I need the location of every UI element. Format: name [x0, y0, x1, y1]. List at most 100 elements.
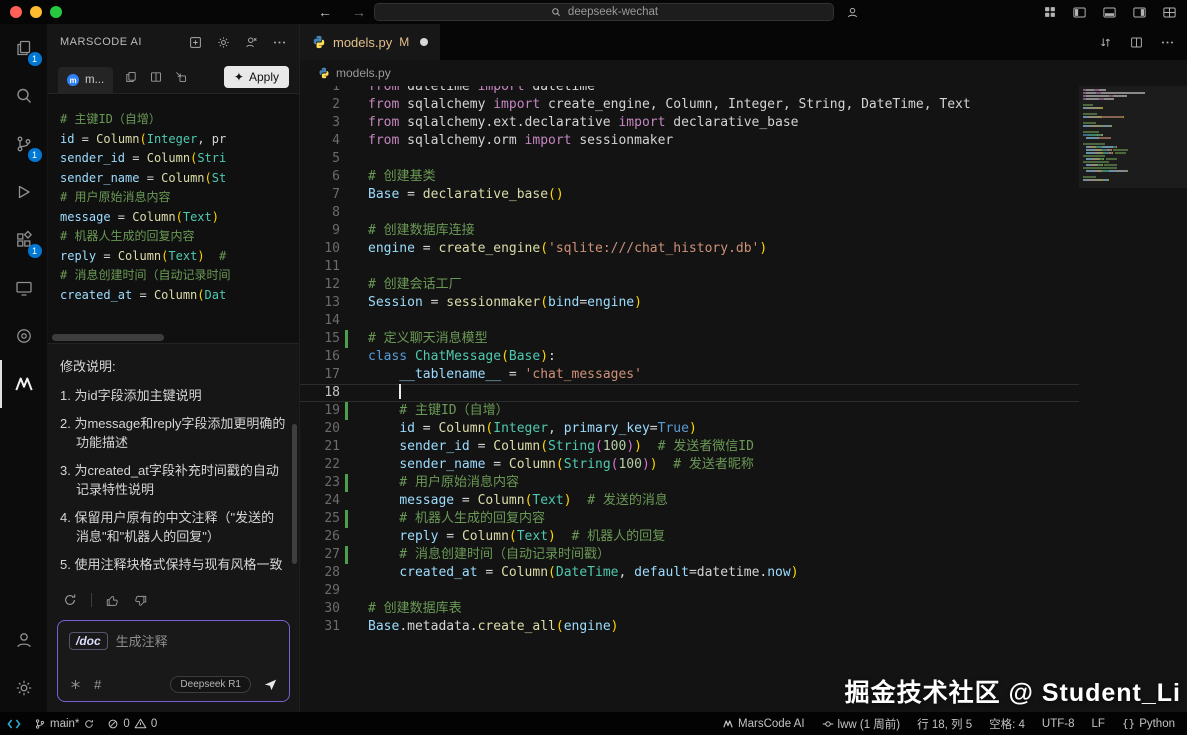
code-line[interactable]: 2from sqlalchemy import create_engine, C… [300, 96, 1187, 114]
code-preview[interactable]: # 主键ID（自增）id = Column(Integer, prsender_… [48, 94, 299, 344]
indentation-status[interactable]: 空格: 4 [989, 716, 1025, 732]
toggle-sidebar-right-icon[interactable] [1132, 5, 1147, 20]
assistant-icon[interactable] [845, 5, 860, 20]
code-line[interactable]: 14 [300, 312, 1187, 330]
sidebar-scrollbar[interactable] [292, 424, 297, 564]
split-editor-icon[interactable] [1129, 35, 1144, 50]
grid-dots-icon[interactable] [1043, 5, 1057, 19]
code-line[interactable]: 18 [300, 384, 1187, 402]
code-line[interactable]: 29 [300, 582, 1187, 600]
sidebar-item-search[interactable] [0, 72, 48, 120]
snippet-tab[interactable]: m m... [58, 67, 113, 93]
agent-icon[interactable] [244, 35, 259, 50]
problems-status[interactable]: 0 0 [107, 717, 157, 730]
code-line[interactable]: 17 __tablename__ = 'chat_messages' [300, 366, 1187, 384]
new-chat-icon[interactable] [188, 35, 203, 50]
sidebar-title: MARSCODE AI [60, 36, 188, 48]
sidebar-item-marscode[interactable] [0, 360, 48, 408]
toggle-sidebar-left-icon[interactable] [1072, 5, 1087, 20]
diff-icon[interactable] [149, 70, 163, 84]
code-line[interactable]: 5 [300, 150, 1187, 168]
maximize-window-button[interactable] [50, 6, 62, 18]
preview-line: sender_name = Column(St [60, 169, 287, 189]
insert-icon[interactable] [174, 70, 188, 84]
minimap-line [1083, 104, 1183, 106]
thumbs-up-icon[interactable] [105, 593, 120, 608]
editor-area: models.py M models.py 1from datetime imp… [300, 24, 1187, 712]
encoding-status[interactable]: UTF-8 [1042, 718, 1075, 730]
language-mode-status[interactable]: {} Python [1122, 717, 1175, 730]
code-line[interactable]: 31Base.metadata.create_all(engine) [300, 618, 1187, 636]
sidebar-item-record[interactable] [0, 312, 48, 360]
chat-input-box[interactable]: /doc 生成注释 # Deepseek R1 [57, 620, 290, 702]
remote-indicator[interactable] [6, 716, 22, 732]
marscode-status[interactable]: MarsCode AI [722, 718, 804, 730]
sidebar-item-remote-explorer[interactable] [0, 264, 48, 312]
code-line[interactable]: 26 reply = Column(Text) # 机器人的回复 [300, 528, 1187, 546]
code-line[interactable]: 20 id = Column(Integer, primary_key=True… [300, 420, 1187, 438]
sparkle-icon[interactable] [69, 678, 82, 691]
minimap[interactable] [1079, 86, 1187, 712]
forward-arrow-icon[interactable]: → [352, 4, 366, 20]
apply-button[interactable]: ✦ Apply [224, 66, 289, 88]
cursor-position-status[interactable]: 行 18, 列 5 [917, 716, 972, 732]
code-line[interactable]: 24 message = Column(Text) # 发送的消息 [300, 492, 1187, 510]
sidebar-item-explorer[interactable]: 1 [0, 24, 48, 72]
command-center-search[interactable]: deepseek-wechat [374, 3, 834, 21]
more-icon[interactable] [272, 35, 287, 50]
code-line[interactable]: 28 created_at = Column(DateTime, default… [300, 564, 1187, 582]
code-line[interactable]: 9# 创建数据库连接 [300, 222, 1187, 240]
minimize-window-button[interactable] [30, 6, 42, 18]
code-line[interactable]: 11 [300, 258, 1187, 276]
command-chip[interactable]: /doc [69, 632, 108, 650]
git-blame-status[interactable]: lww (1 周前) [822, 716, 901, 732]
chat-input-text[interactable]: 生成注释 [116, 631, 168, 650]
copy-icon[interactable] [124, 70, 138, 84]
toggle-panel-icon[interactable] [1102, 5, 1117, 20]
code-line[interactable]: 1from datetime import datetime [300, 86, 1187, 96]
sidebar-item-extensions[interactable]: 1 [0, 216, 48, 264]
eol-status[interactable]: LF [1092, 718, 1105, 730]
preview-hscrollbar[interactable] [52, 334, 164, 341]
code-line[interactable]: 8 [300, 204, 1187, 222]
code-line[interactable]: 10engine = create_engine('sqlite:///chat… [300, 240, 1187, 258]
gear-icon[interactable] [216, 35, 231, 50]
code-line[interactable]: 19 # 主键ID（自增） [300, 402, 1187, 420]
code-editor[interactable]: 1from datetime import datetime2from sqla… [300, 86, 1187, 712]
errors-count: 0 [123, 718, 129, 730]
sidebar-item-account[interactable] [0, 616, 48, 664]
code-line[interactable]: 13Session = sessionmaker(bind=engine) [300, 294, 1187, 312]
regenerate-icon[interactable] [62, 592, 78, 608]
close-window-button[interactable] [10, 6, 22, 18]
hash-icon[interactable]: # [94, 677, 101, 692]
back-arrow-icon[interactable]: ← [318, 4, 332, 20]
sidebar-item-source-control[interactable]: 1 [0, 120, 48, 168]
customize-layout-icon[interactable] [1162, 5, 1177, 20]
language-mode-icon: {} [1122, 717, 1135, 730]
tab-models-py[interactable]: models.py M [300, 24, 441, 60]
sidebar-item-settings[interactable] [0, 664, 48, 712]
code-line[interactable]: 15# 定义聊天消息模型 [300, 330, 1187, 348]
send-icon[interactable] [263, 677, 278, 692]
thumbs-down-icon[interactable] [133, 593, 148, 608]
snippet-tab-label: m... [85, 74, 104, 86]
compare-changes-icon[interactable] [1098, 35, 1113, 50]
more-actions-icon[interactable] [1160, 35, 1175, 50]
code-line[interactable]: 22 sender_name = Column(String(100)) # 发… [300, 456, 1187, 474]
unsaved-dot[interactable] [420, 38, 428, 46]
code-line[interactable]: 7Base = declarative_base() [300, 186, 1187, 204]
code-line[interactable]: 21 sender_id = Column(String(100)) # 发送者… [300, 438, 1187, 456]
code-line[interactable]: 4from sqlalchemy.orm import sessionmaker [300, 132, 1187, 150]
code-line[interactable]: 6# 创建基类 [300, 168, 1187, 186]
code-line[interactable]: 25 # 机器人生成的回复内容 [300, 510, 1187, 528]
code-line[interactable]: 12# 创建会话工厂 [300, 276, 1187, 294]
code-line[interactable]: 27 # 消息创建时间（自动记录时间戳） [300, 546, 1187, 564]
code-line[interactable]: 16class ChatMessage(Base): [300, 348, 1187, 366]
sidebar-item-run-debug[interactable] [0, 168, 48, 216]
git-branch-status[interactable]: main* [34, 718, 95, 730]
code-line[interactable]: 30# 创建数据库表 [300, 600, 1187, 618]
code-line[interactable]: 23 # 用户原始消息内容 [300, 474, 1187, 492]
model-badge[interactable]: Deepseek R1 [170, 676, 251, 693]
code-line[interactable]: 3from sqlalchemy.ext.declarative import … [300, 114, 1187, 132]
breadcrumb[interactable]: models.py [300, 60, 1187, 86]
